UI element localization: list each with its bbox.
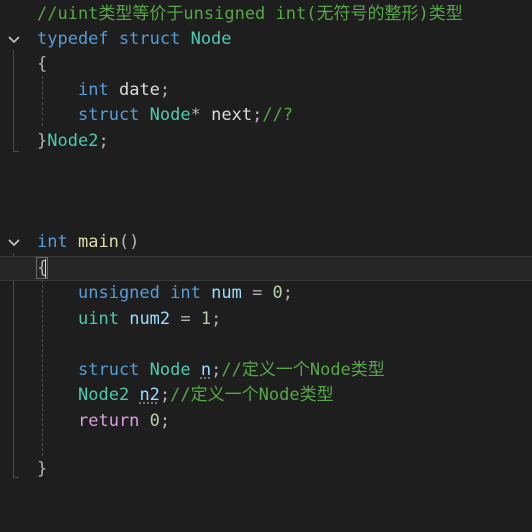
number-literal: 1 — [200, 309, 212, 329]
variable-name: num2 — [129, 309, 171, 329]
semicolon: ; — [159, 385, 171, 405]
type-alias: Node2 — [47, 131, 99, 151]
collapse-chevron-icon[interactable] — [6, 230, 22, 255]
type-name: Node — [190, 29, 232, 49]
type-alias: Node2 — [78, 385, 130, 405]
number-literal: 0 — [272, 283, 283, 303]
number-literal: 0 — [149, 411, 160, 431]
brace-close: } — [37, 131, 48, 151]
code-line-2[interactable]: typedef struct Node — [0, 27, 532, 52]
type-name: Node — [149, 360, 191, 380]
assign-operator: = — [241, 283, 273, 303]
comment-text: //? — [262, 105, 294, 125]
keyword-struct: struct — [78, 360, 140, 380]
keyword-return: return — [78, 411, 140, 431]
brace-close: } — [37, 459, 48, 479]
comment-text: //定义一个Node类型 — [170, 385, 334, 405]
code-line-return[interactable]: return 0; — [0, 409, 532, 434]
comment-text: //定义一个Node类型 — [221, 360, 385, 380]
brace-open: { — [37, 54, 48, 74]
keyword-struct: struct — [118, 29, 181, 49]
field-name: next — [211, 105, 253, 125]
parens: () — [118, 232, 140, 252]
function-name: main — [77, 232, 119, 252]
code-line-close[interactable]: } — [0, 457, 532, 482]
code-editor[interactable]: //uint类型等价于unsigned int(无符号的整形)类型 typede… — [0, 0, 532, 492]
keyword-int: int — [37, 232, 68, 252]
variable-name: n2 — [139, 385, 160, 405]
keyword-unsigned: unsigned — [78, 283, 160, 303]
code-line-node2[interactable]: Node2 n2;//定义一个Node类型 — [0, 383, 532, 408]
semicolon: ; — [252, 105, 263, 125]
semicolon: ; — [211, 360, 222, 380]
code-line-unsigned[interactable]: unsigned int num = 0; — [0, 281, 532, 306]
code-line-uint[interactable]: uint num2 = 1; — [0, 307, 532, 332]
code-line-current[interactable]: { — [0, 256, 532, 281]
semicolon: ; — [211, 309, 222, 329]
field-name: date — [118, 80, 160, 100]
pointer-star: * — [190, 105, 201, 125]
comment-text: //uint类型等价于unsigned int(无符号的整形)类型 — [37, 4, 463, 24]
variable-name: num — [211, 283, 242, 303]
code-line-3[interactable]: { — [0, 52, 532, 77]
semicolon: ; — [159, 411, 171, 431]
semicolon: ; — [282, 283, 294, 303]
code-line-main[interactable]: int main() — [0, 230, 532, 255]
keyword-int: int — [78, 80, 109, 100]
code-line-6[interactable]: }Node2; — [0, 129, 532, 154]
code-line-struct-node[interactable]: struct Node n;//定义一个Node类型 — [0, 358, 532, 383]
variable-name: n — [200, 360, 212, 380]
keyword-typedef: typedef — [37, 29, 109, 49]
code-line-4[interactable]: int date; — [0, 78, 532, 103]
semicolon: ; — [98, 131, 109, 151]
type-name: Node — [149, 105, 191, 125]
code-line-5[interactable]: struct Node* next;//? — [0, 103, 532, 128]
collapse-chevron-icon[interactable] — [6, 27, 22, 52]
keyword-struct: struct — [78, 105, 140, 125]
keyword-int: int — [170, 283, 201, 303]
text-cursor — [45, 259, 46, 278]
code-line-1[interactable]: //uint类型等价于unsigned int(无符号的整形)类型 — [0, 2, 532, 27]
type-name: uint — [78, 309, 119, 329]
semicolon: ; — [159, 80, 171, 100]
assign-operator: = — [170, 309, 201, 329]
